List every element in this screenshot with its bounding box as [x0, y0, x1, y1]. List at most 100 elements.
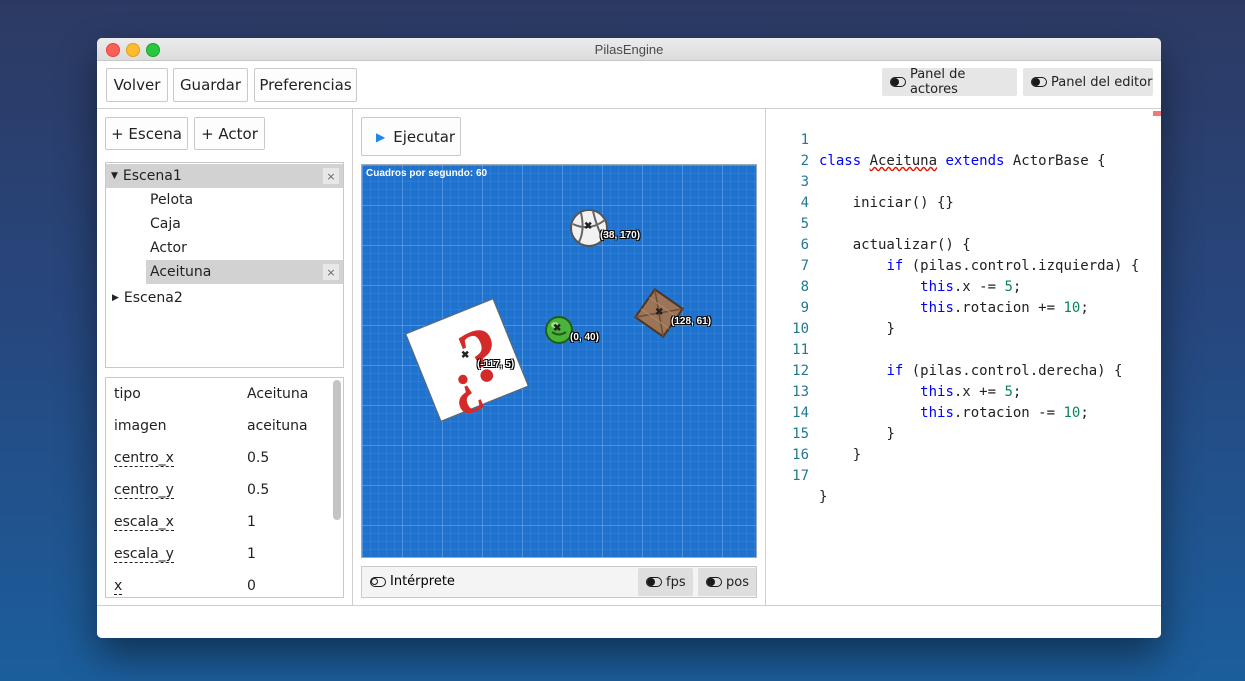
actor-coordinate: (-117, 5) [477, 359, 515, 370]
code-text: .rotacion += [953, 300, 1064, 316]
property-row: centro_x 0.5 [106, 442, 326, 474]
tree-actor-caja[interactable]: Caja [150, 212, 181, 236]
olive-coordinate: (0, 40) [570, 332, 599, 343]
code-text: } [852, 447, 862, 463]
overview-ruler-marker [1153, 111, 1161, 116]
tree-actor-actor[interactable]: Actor [150, 236, 187, 260]
code-line: 3 iniciar() {} [767, 151, 954, 211]
code-text: (pilas.control.izquierda) { [903, 258, 1140, 274]
window-title: PilasEngine [594, 42, 664, 57]
number-literal: 5 [1004, 279, 1013, 295]
property-value: aceituna [247, 418, 308, 434]
code-line: 8 this.rotacion += 10; [767, 256, 1089, 316]
property-value[interactable]: 0 [247, 578, 256, 594]
number-literal: 5 [1004, 384, 1013, 400]
code-text: .x -= [953, 279, 1005, 295]
close-icon[interactable]: × [323, 168, 339, 184]
save-button[interactable]: Guardar [173, 68, 248, 102]
code-text: } [886, 426, 895, 442]
toggle-on-icon [646, 577, 662, 587]
fps-toggle[interactable]: fps [638, 568, 693, 596]
code-editor[interactable]: 1 class Aceituna extends ActorBase { 2 3… [767, 109, 1161, 605]
code-line: 16 [767, 424, 818, 463]
actor-label: Actor [150, 240, 187, 256]
interpreter-toggle[interactable]: Intérprete [370, 574, 455, 589]
actor-origin-icon: ✖ [584, 221, 593, 232]
code-text: ; [1012, 279, 1022, 295]
code-line: 14 } [767, 382, 895, 442]
actor-label: Aceituna [150, 264, 212, 280]
game-canvas[interactable]: Cuadros por segundo: 60 ✖ (38, 170) ✖ (1… [361, 164, 757, 558]
scene-1-label: Escena1 [122, 168, 182, 184]
run-button[interactable]: ▶ Ejecutar [361, 117, 461, 156]
property-value: Aceituna [247, 386, 309, 402]
toggle-on-icon [1031, 77, 1047, 87]
chevron-down-icon: ▼ [111, 171, 118, 181]
property-row: tipo Aceituna [106, 378, 326, 410]
property-value[interactable]: 0.5 [247, 450, 269, 466]
status-bar [97, 605, 1161, 638]
canvas-bottom-bar: Intérprete fps pos [361, 566, 757, 598]
code-text: ; [1080, 300, 1089, 316]
preferences-button[interactable]: Preferencias [254, 68, 357, 102]
number-literal: 10 [1063, 300, 1081, 316]
property-key[interactable]: x [114, 578, 123, 595]
toggle-on-icon [706, 577, 722, 587]
keyword: class [819, 153, 870, 169]
add-scene-button[interactable]: + Escena [105, 117, 188, 150]
keyword: if [886, 363, 904, 379]
property-value[interactable]: 1 [247, 514, 256, 530]
tree-actor-aceituna[interactable]: Aceituna × [146, 260, 343, 284]
interpreter-label: Intérprete [390, 574, 455, 589]
property-key[interactable]: escala_y [114, 546, 174, 563]
left-panel-divider [352, 109, 353, 605]
pos-toggle[interactable]: pos [698, 568, 756, 596]
close-icon[interactable]: × [323, 264, 339, 280]
actor-origin-icon: ✖ [461, 350, 470, 361]
number-literal: 10 [1063, 405, 1081, 421]
code-line: 6 if (pilas.control.izquierda) { [767, 214, 1140, 274]
property-row: imagen aceituna [106, 410, 326, 442]
line-number: 17 [792, 468, 809, 484]
property-key: imagen [114, 418, 167, 434]
keyword: this [920, 405, 954, 421]
box-coordinate: (128, 61) [671, 316, 712, 327]
code-line: 2 [767, 130, 818, 169]
actors-panel-toggle[interactable]: Panel de actores [882, 67, 1017, 97]
property-row: x 0 [106, 570, 326, 597]
code-text: actualizar() { [819, 237, 971, 253]
keyword: extends [937, 153, 1013, 169]
add-actor-button[interactable]: + Actor [194, 117, 265, 150]
code-text: (pilas.control.derecha) { [903, 363, 1123, 379]
class-name: Aceituna [869, 153, 938, 169]
chevron-right-icon: ▶ [112, 293, 119, 303]
tree-actor-pelota[interactable]: Pelota [150, 188, 193, 212]
actor-label: Caja [150, 216, 181, 232]
code-line: 7 this.x -= 5; [767, 235, 1022, 295]
properties-scrollbar[interactable] [333, 380, 341, 595]
code-line: 15 } [767, 403, 861, 463]
property-value[interactable]: 1 [247, 546, 256, 562]
code-text: } [819, 489, 828, 505]
run-label: Ejecutar [393, 127, 456, 146]
pos-label: pos [726, 574, 749, 590]
property-value[interactable]: 0.5 [247, 482, 269, 498]
code-text: ActorBase { [1012, 153, 1106, 169]
toggle-off-icon [370, 576, 386, 587]
editor-panel-toggle[interactable]: Panel del editor [1023, 68, 1153, 96]
keyword: this [920, 384, 954, 400]
tree-scene-1[interactable]: ▼ Escena1 × [106, 164, 343, 188]
scene-tree: ▼ Escena1 × Pelota Caja Actor Aceituna ×… [105, 162, 344, 368]
fps-counter: Cuadros por segundo: 60 [366, 168, 488, 179]
property-key[interactable]: centro_y [114, 482, 174, 499]
tree-scene-2[interactable]: ▶ Escena2 [106, 286, 183, 310]
code-text: .rotacion -= [953, 405, 1064, 421]
scrollbar-thumb[interactable] [333, 380, 341, 520]
toggle-on-icon [890, 77, 906, 87]
property-row: escala_y 1 [106, 538, 326, 570]
property-key[interactable]: centro_x [114, 450, 174, 467]
actors-panel-label: Panel de actores [909, 67, 966, 97]
property-key[interactable]: escala_x [114, 514, 174, 531]
back-button[interactable]: Volver [106, 68, 168, 102]
fps-label: fps [666, 574, 686, 590]
